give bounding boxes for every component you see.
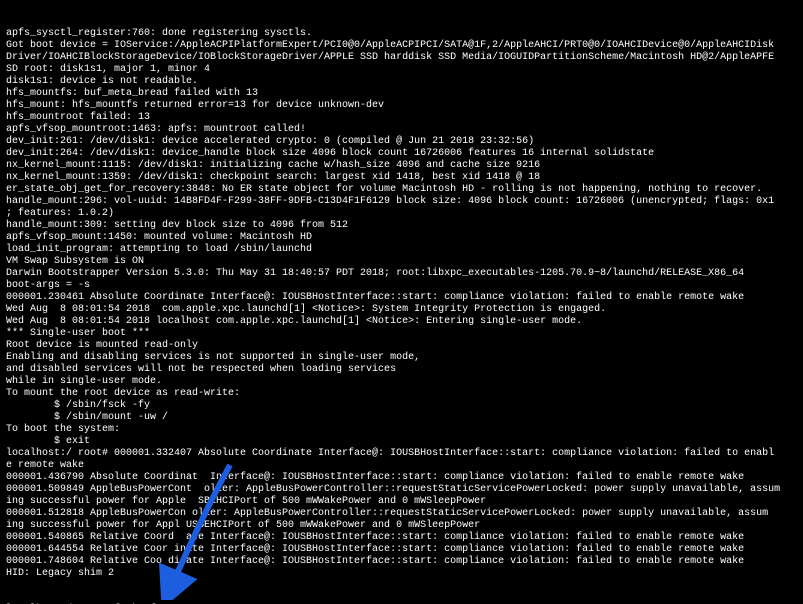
terminal-output: apfs_sysctl_register:760: done registeri…	[0, 0, 803, 604]
terminal-line: hfs_mountroot failed: 13	[6, 112, 797, 124]
terminal-line: $ /sbin/mount -uw /	[6, 412, 797, 424]
terminal-line: nx_kernel_mount:1359: /dev/disk1: checkp…	[6, 172, 797, 184]
terminal-line: $ exit	[6, 436, 797, 448]
terminal-line: ing successful power for Apple SBEHCIPor…	[6, 496, 797, 508]
terminal-line: disk1s1: device is not readable.	[6, 76, 797, 88]
terminal-line: apfs_vfsop_mount:1450: mounted volume: M…	[6, 232, 797, 244]
terminal-line: 000001.540865 Relative Coord ate Interfa…	[6, 532, 797, 544]
terminal-line: 000001.644554 Relative Coor inate Interf…	[6, 544, 797, 556]
terminal-line: 000001.509849 AppleBusPowerCont oller: A…	[6, 484, 797, 496]
terminal-line: 000001.748604 Relative Coo dinate Interf…	[6, 556, 797, 568]
terminal-line: Wed Aug 8 08:01:54 2018 com.apple.xpc.la…	[6, 304, 797, 316]
terminal-line: while in single-user mode.	[6, 376, 797, 388]
terminal-line: Driver/IOAHCIBlockStorageDevice/IOBlockS…	[6, 52, 797, 64]
terminal-line: nx_kernel_mount:1115: /dev/disk1: initia…	[6, 160, 797, 172]
terminal-line: e remote wake	[6, 460, 797, 472]
terminal-line: er_state_obj_get_for_recovery:3848: No E…	[6, 184, 797, 196]
terminal-line: Wed Aug 8 08:01:54 2018 localhost com.ap…	[6, 316, 797, 328]
terminal-line: ing successful power for Appl USBEHCIPor…	[6, 520, 797, 532]
terminal-line: VM Swap Subsystem is ON	[6, 256, 797, 268]
terminal-line: apfs_vfsop_mountroot:1463: apfs: mountro…	[6, 124, 797, 136]
terminal-line: HID: Legacy shim 2	[6, 568, 797, 580]
terminal-line: *** Single-user boot ***	[6, 328, 797, 340]
terminal-line: hfs_mount: hfs_mountfs returned error=13…	[6, 100, 797, 112]
terminal-line: $ /sbin/fsck -fy	[6, 400, 797, 412]
terminal-line: and disabled services will not be respec…	[6, 364, 797, 376]
terminal-line: apfs_sysctl_register:760: done registeri…	[6, 28, 797, 40]
terminal-line: Enabling and disabling services is not s…	[6, 352, 797, 364]
terminal-line: load_init_program: attempting to load /s…	[6, 244, 797, 256]
terminal-line: 000001.512818 AppleBusPowerCon oller: Ap…	[6, 508, 797, 520]
terminal-line: 000001.230461 Absolute Coordinate Interf…	[6, 292, 797, 304]
terminal-line: ; features: 1.0.2)	[6, 208, 797, 220]
terminal-line: To boot the system:	[6, 424, 797, 436]
terminal-line: dev_init:261: /dev/disk1: device acceler…	[6, 136, 797, 148]
terminal-line: Darwin Bootstrapper Version 5.3.0: Thu M…	[6, 268, 797, 280]
terminal-line: 000001.436790 Absolute Coordinat Interfa…	[6, 472, 797, 484]
terminal-line: boot-args = -s	[6, 280, 797, 292]
terminal-line: SD root: disk1s1, major 1, minor 4	[6, 64, 797, 76]
terminal-line: Root device is mounted read-only	[6, 340, 797, 352]
terminal-line: localhost:/ root# 000001.332407 Absolute…	[6, 448, 797, 460]
terminal-line: hfs_mountfs: buf_meta_bread failed with …	[6, 88, 797, 100]
terminal-line: To mount the root device as read-write:	[6, 388, 797, 400]
terminal-line: dev_init:264: /dev/disk1: device_handle …	[6, 148, 797, 160]
terminal-line: Got boot device = IOService:/AppleACPIPl…	[6, 40, 797, 52]
terminal-line: handle_mount:309: setting dev block size…	[6, 220, 797, 232]
terminal-line: handle_mount:296: vol-uuid: 14B8FD4F-F29…	[6, 196, 797, 208]
